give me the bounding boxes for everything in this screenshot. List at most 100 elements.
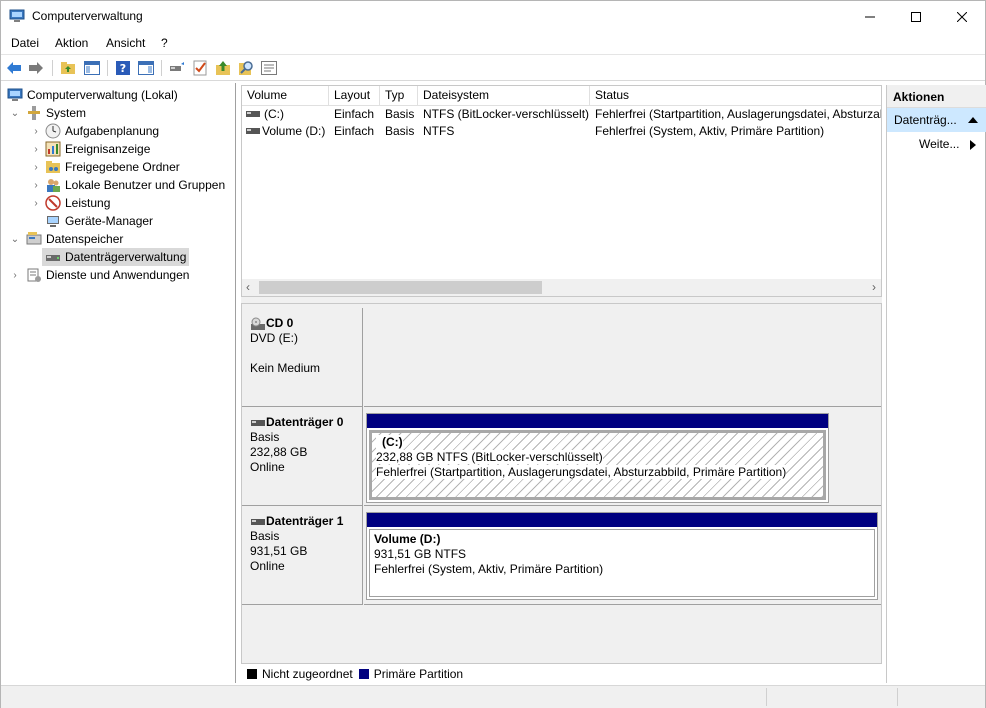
chevron-right-icon[interactable]: ›	[30, 143, 42, 155]
table-row[interactable]: (C:) Einfach Basis NTFS (BitLocker-versc…	[242, 106, 881, 123]
partition-c[interactable]: (C:) 232,88 GB NTFS (BitLocker-verschlüs…	[366, 413, 829, 503]
more-actions-label: Weite...	[919, 137, 960, 151]
tree-item-system[interactable]: ⌄ System	[9, 104, 86, 122]
services-icon	[27, 268, 41, 282]
tree-label: Dienste und Anwendungen	[46, 268, 190, 282]
disk-area-cd0	[364, 308, 881, 407]
hard-disk-icon	[251, 518, 265, 525]
chevron-right-icon[interactable]: ›	[30, 197, 42, 209]
close-button[interactable]	[939, 1, 985, 32]
legend: Nicht zugeordnet Primäre Partition	[241, 663, 882, 683]
show-hide-tree-button[interactable]	[83, 59, 101, 77]
menu-datei[interactable]: Datei	[11, 36, 39, 50]
horizontal-scrollbar[interactable]: ‹ ›	[242, 279, 881, 296]
close-icon	[957, 11, 967, 22]
window-title: Computerverwaltung	[32, 9, 143, 23]
tree-label: Computerverwaltung (Lokal)	[27, 88, 178, 102]
maximize-icon	[911, 11, 921, 22]
hard-disk-icon	[251, 419, 265, 426]
cell-typ: Basis	[385, 124, 415, 138]
partition-title: Volume (D:)	[374, 532, 441, 546]
tree-item-root[interactable]: Computerverwaltung (Lokal)	[7, 86, 178, 104]
status-bar	[1, 685, 985, 708]
scroll-right-icon[interactable]: ›	[872, 280, 876, 294]
tree-item-task-scheduler[interactable]: › Aufgabenplanung	[30, 122, 159, 140]
scrollbar-thumb[interactable]	[259, 281, 542, 294]
export-button[interactable]	[214, 59, 232, 77]
tree-item-performance[interactable]: › Leistung	[30, 194, 110, 212]
up-folder-icon	[61, 62, 75, 74]
users-icon	[47, 179, 60, 192]
chevron-right-icon[interactable]: ›	[30, 125, 42, 137]
legend-label-unallocated: Nicht zugeordnet	[262, 666, 353, 681]
menu-bar: Datei Aktion Ansicht ?	[1, 32, 985, 54]
partition-d[interactable]: Volume (D:) 931,51 GB NTFS Fehlerfrei (S…	[366, 512, 878, 600]
back-button[interactable]	[5, 59, 23, 77]
volume-list: Volume Layout Typ Dateisystem Status (C:…	[241, 85, 882, 297]
help-button[interactable]: ?	[114, 59, 132, 77]
cell-layout: Einfach	[334, 107, 375, 121]
show-hide-tree-icon	[84, 61, 100, 75]
disk-type: Basis	[250, 430, 280, 444]
partition-size: 232,88 GB NTFS (BitLocker-verschlüsselt)	[376, 450, 603, 464]
menu-help[interactable]: ?	[161, 36, 168, 50]
menu-ansicht[interactable]: Ansicht	[106, 36, 145, 50]
show-action-pane-icon	[138, 61, 154, 75]
properties-button[interactable]	[260, 59, 278, 77]
legend-swatch-primary	[358, 668, 369, 679]
chevron-down-icon[interactable]: ⌄	[9, 233, 21, 245]
device-manager-icon	[47, 216, 59, 227]
show-action-pane-button[interactable]	[137, 59, 155, 77]
computer-management-window: Computerverwaltung Datei Aktion Ansicht …	[0, 0, 986, 708]
tree-label: Geräte-Manager	[65, 214, 154, 228]
disk-label-disk0[interactable]: Datenträger 0 Basis 232,88 GB Online	[242, 407, 363, 506]
clock-icon	[45, 123, 61, 139]
column-header-layout[interactable]: Layout	[329, 86, 380, 106]
column-header-status[interactable]: Status	[590, 86, 881, 106]
chevron-right-icon[interactable]: ›	[30, 179, 42, 191]
legend-label-primary: Primäre Partition	[373, 666, 464, 681]
search-icon	[239, 61, 253, 75]
tree-item-shared-folders[interactable]: › Freigegebene Ordner	[30, 158, 180, 176]
connect-button[interactable]	[168, 59, 186, 77]
minimize-button[interactable]	[847, 1, 893, 32]
maximize-button[interactable]	[893, 1, 939, 32]
partition-bar	[367, 513, 877, 527]
tree-label: Freigegebene Ordner	[65, 160, 180, 174]
column-header-dateisystem[interactable]: Dateisystem	[418, 86, 590, 106]
tree-item-local-users[interactable]: › Lokale Benutzer und Gruppen	[30, 176, 225, 194]
back-icon	[7, 62, 21, 74]
disk-icon	[46, 255, 60, 261]
menu-aktion[interactable]: Aktion	[55, 36, 88, 50]
search-button[interactable]	[237, 59, 255, 77]
column-header-volume[interactable]: Volume	[242, 86, 329, 106]
cell-volume: Volume (D:)	[262, 124, 326, 138]
partition-body: Volume (D:) 931,51 GB NTFS Fehlerfrei (S…	[369, 529, 875, 597]
up-folder-button[interactable]	[59, 59, 77, 77]
chevron-down-icon[interactable]: ⌄	[9, 107, 21, 119]
table-row[interactable]: Volume (D:) Einfach Basis NTFS Fehlerfre…	[242, 123, 881, 140]
tree-item-device-manager[interactable]: Geräte-Manager	[42, 212, 153, 230]
actions-section-disk-management[interactable]: Datenträg...	[887, 108, 986, 132]
tree-item-event-viewer[interactable]: › Ereignisanzeige	[30, 140, 150, 158]
disk-media-state: Kein Medium	[250, 361, 321, 375]
actions-pane: Aktionen Datenträg... Weite...	[886, 85, 986, 683]
forward-icon	[29, 62, 43, 74]
collapse-up-icon[interactable]	[968, 116, 978, 123]
tree-item-services[interactable]: › Dienste und Anwendungen	[9, 266, 189, 284]
cell-dateisystem: NTFS (BitLocker-verschlüsselt)	[423, 107, 590, 121]
tree-item-disk-management[interactable]: Datenträgerverwaltung	[42, 248, 190, 266]
chevron-right-icon[interactable]: ›	[30, 161, 42, 173]
connect-icon	[170, 62, 184, 71]
tree-item-storage[interactable]: ⌄ Datenspeicher	[9, 230, 123, 248]
scroll-left-icon[interactable]: ‹	[246, 280, 250, 294]
disk-state: Online	[250, 559, 285, 573]
disk-label-disk1[interactable]: Datenträger 1 Basis 931,51 GB Online	[242, 506, 363, 605]
actions-header: Aktionen	[887, 85, 986, 108]
forward-button[interactable]	[27, 59, 45, 77]
checklist-button[interactable]	[191, 59, 209, 77]
disk-label-cd0[interactable]: CD 0 DVD (E:) Kein Medium	[242, 308, 363, 407]
column-header-typ[interactable]: Typ	[380, 86, 418, 106]
chevron-right-icon[interactable]: ›	[9, 269, 21, 281]
more-actions-item[interactable]: Weite...	[887, 136, 986, 154]
